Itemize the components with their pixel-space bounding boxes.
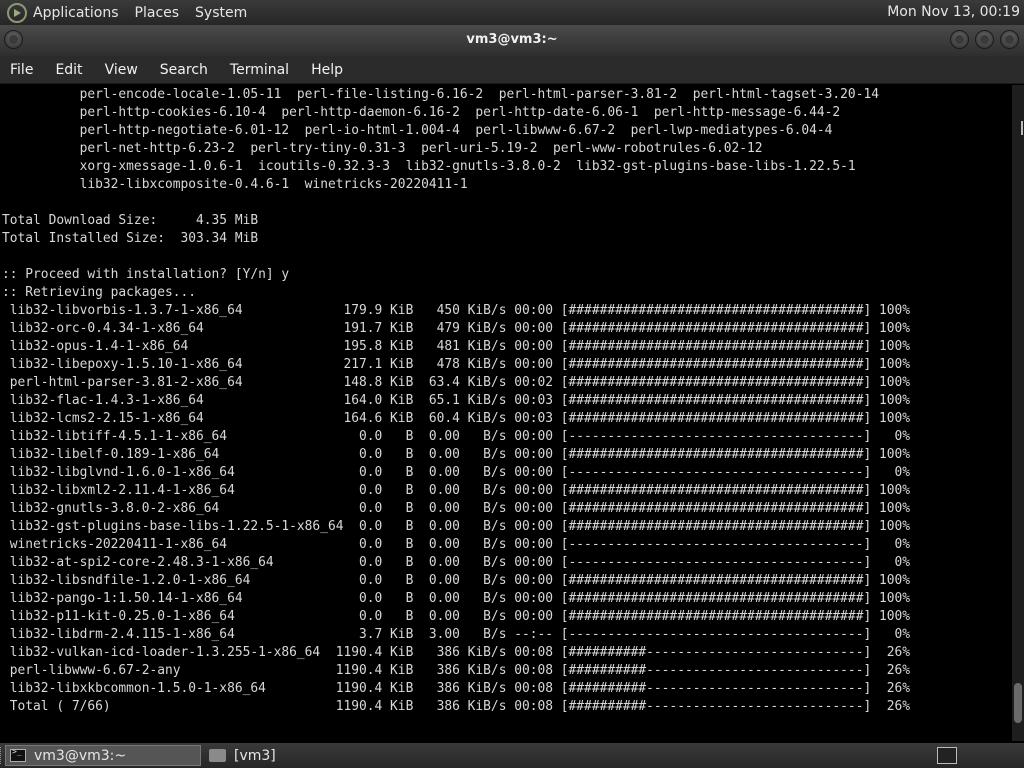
terminal-line: lib32-pango-1:1.50.14-1-x86_64 0.0 B 0.0… <box>2 591 911 606</box>
terminal-line: lib32-gnutls-3.8.0-2-x86_64 0.0 B 0.00 B… <box>2 501 911 516</box>
places-menu[interactable]: Places <box>135 5 180 21</box>
distro-logo-icon[interactable] <box>7 2 27 23</box>
terminal-line: lib32-gst-plugins-base-libs-1.22.5-1-x86… <box>2 519 911 534</box>
terminal-icon <box>10 747 26 762</box>
terminal-line: lib32-libvorbis-1.3.7-1-x86_64 179.9 KiB… <box>2 303 911 318</box>
terminal-output[interactable]: perl-encode-locale-1.05-11 perl-file-lis… <box>0 85 1012 741</box>
terminal-line: lib32-libxcomposite-0.4.6-1 winetricks-2… <box>2 177 468 192</box>
window-title: vm3@vm3:~ <box>466 32 558 47</box>
terminal-line: perl-libwww-6.67-2-any 1190.4 KiB 386 Ki… <box>2 663 911 678</box>
top-panel: Applications Places System Mon Nov 13, 0… <box>0 0 1024 25</box>
terminal-line: lib32-at-spi2-core-2.48.3-1-x86_64 0.0 B… <box>2 555 911 570</box>
applications-menu[interactable]: Applications <box>33 5 119 21</box>
terminal-line: lib32-libepoxy-1.5.10-1-x86_64 217.1 KiB… <box>2 357 911 372</box>
bottom-panel: vm3@vm3:~ [vm3] <box>0 743 1024 768</box>
terminal-line: xorg-xmessage-1.0.6-1 icoutils-0.32.3-3 … <box>2 159 856 174</box>
terminal-line: lib32-opus-1.4-1-x86_64 195.8 KiB 481 Ki… <box>2 339 911 354</box>
menu-file[interactable]: File <box>10 62 33 78</box>
window-titlebar[interactable]: vm3@vm3:~ <box>0 25 1024 56</box>
panel-handle[interactable] <box>0 747 4 764</box>
terminal-line: lib32-orc-0.4.34-1-x86_64 191.7 KiB 479 … <box>2 321 911 336</box>
terminal-line: lib32-libglvnd-1.6.0-1-x86_64 0.0 B 0.00… <box>2 465 911 480</box>
taskbar-item-label: [vm3] <box>234 747 276 764</box>
terminal-line: lib32-libsndfile-1.2.0-1-x86_64 0.0 B 0.… <box>2 573 911 588</box>
terminal-line: lib32-libxml2-2.11.4-1-x86_64 0.0 B 0.00… <box>2 483 911 498</box>
terminal-line: lib32-libdrm-2.4.115-1-x86_64 3.7 KiB 3.… <box>2 627 911 642</box>
terminal-line: perl-http-negotiate-6.01-12 perl-io-html… <box>2 123 833 138</box>
clock[interactable]: Mon Nov 13, 00:19 <box>887 4 1020 20</box>
terminal-line: perl-encode-locale-1.05-11 perl-file-lis… <box>2 87 879 102</box>
folder-icon <box>209 749 226 762</box>
terminal-line: :: Retrieving packages... <box>2 285 197 300</box>
menu-view[interactable]: View <box>105 62 138 78</box>
terminal-line: lib32-p11-kit-0.25.0-1-x86_64 0.0 B 0.00… <box>2 609 911 624</box>
terminal-line: :: Proceed with installation? [Y/n] y <box>2 267 290 282</box>
menubar: File Edit View Search Terminal Help <box>0 56 1024 84</box>
menu-edit[interactable]: Edit <box>55 62 82 78</box>
taskbar-item-terminal[interactable]: vm3@vm3:~ <box>5 745 201 766</box>
menu-terminal[interactable]: Terminal <box>230 62 289 78</box>
menu-search[interactable]: Search <box>160 62 208 78</box>
terminal-scrollbar[interactable] <box>1012 85 1024 741</box>
scrollbar-thumb[interactable] <box>1014 683 1022 723</box>
terminal-line: perl-net-http-6.23-2 perl-try-tiny-0.31-… <box>2 141 763 156</box>
terminal-line: Total Download Size: 4.35 MiB <box>2 213 259 228</box>
system-menu[interactable]: System <box>195 5 247 21</box>
close-button[interactable] <box>1000 30 1019 49</box>
taskbar-item-file-manager[interactable]: [vm3] <box>205 745 405 766</box>
text-cursor-icon <box>1021 121 1023 135</box>
terminal-line: lib32-libelf-0.189-1-x86_64 0.0 B 0.00 B… <box>2 447 911 462</box>
taskbar-item-label: vm3@vm3:~ <box>34 747 127 764</box>
maximize-button[interactable] <box>975 30 994 49</box>
terminal-line: lib32-flac-1.4.3-1-x86_64 164.0 KiB 65.1… <box>2 393 911 408</box>
terminal-line: perl-http-cookies-6.10-4 perl-http-daemo… <box>2 105 841 120</box>
terminal-line: lib32-libtiff-4.5.1-1-x86_64 0.0 B 0.00 … <box>2 429 911 444</box>
show-desktop-icon[interactable] <box>937 747 957 764</box>
terminal-line: winetricks-20220411-1-x86_64 0.0 B 0.00 … <box>2 537 911 552</box>
terminal-line: lib32-lcms2-2.15-1-x86_64 164.6 KiB 60.4… <box>2 411 911 426</box>
terminal-line: Total Installed Size: 303.34 MiB <box>2 231 259 246</box>
minimize-button[interactable] <box>950 30 969 49</box>
menu-help[interactable]: Help <box>311 62 343 78</box>
terminal-line: lib32-libxkbcommon-1.5.0-1-x86_64 1190.4… <box>2 681 911 696</box>
terminal-line: Total ( 7/66) 1190.4 KiB 386 KiB/s 00:08… <box>2 699 911 714</box>
terminal-line: lib32-vulkan-icd-loader-1.3.255-1-x86_64… <box>2 645 911 660</box>
terminal-line: perl-html-parser-3.81-2-x86_64 148.8 KiB… <box>2 375 911 390</box>
